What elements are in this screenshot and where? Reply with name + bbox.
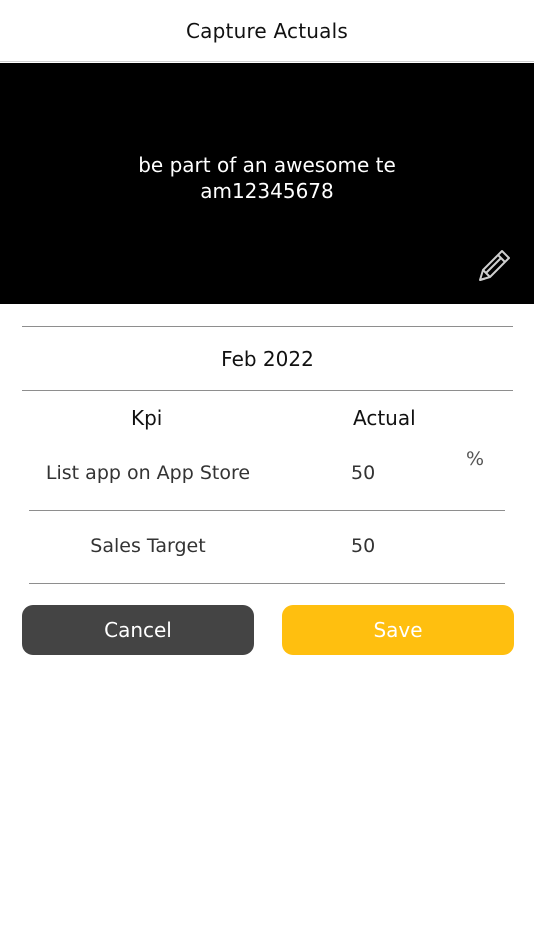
actual-input[interactable]: 50 xyxy=(351,462,441,484)
actual-input[interactable]: 50 xyxy=(351,535,441,557)
kpi-row: List app on App Store 50 % xyxy=(29,438,505,511)
period-label: Feb 2022 xyxy=(221,346,314,371)
pencil-icon[interactable] xyxy=(474,246,514,286)
column-header-kpi: Kpi xyxy=(131,406,163,430)
kpi-name: Sales Target xyxy=(90,535,206,557)
kpi-name: List app on App Store xyxy=(45,462,251,484)
kpi-row: Sales Target 50 xyxy=(29,511,505,584)
banner-text: be part of an awesome team12345678 xyxy=(138,152,396,203)
period-label-row: Feb 2022 xyxy=(22,326,513,391)
page-title: Capture Actuals xyxy=(186,18,348,43)
page-header: Capture Actuals xyxy=(0,0,534,62)
save-button[interactable]: Save xyxy=(282,605,514,655)
column-header-actual: Actual xyxy=(353,406,416,430)
cancel-button[interactable]: Cancel xyxy=(22,605,254,655)
unit-label: % xyxy=(466,448,485,470)
team-banner: be part of an awesome team12345678 xyxy=(0,63,534,304)
